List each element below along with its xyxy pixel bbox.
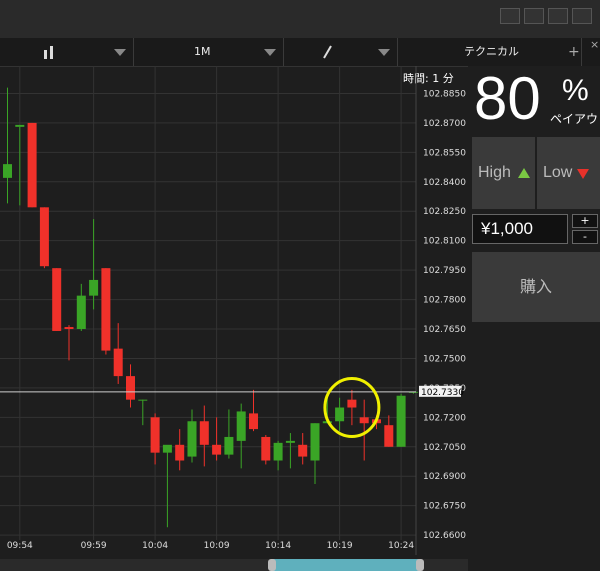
time-tick-label: 10:09 [204,541,230,551]
candles [3,87,418,528]
price-tick-label: 102.8100 [423,237,466,247]
price-tick-label: 102.6600 [423,531,466,541]
layout-icons [500,8,592,24]
candle-body [113,348,123,377]
timeframe-selector[interactable]: 1M [134,38,284,66]
current-price-label: 102.7330 [421,388,464,398]
low-label: Low [543,164,573,181]
candle-body [101,268,111,351]
candle-body [76,295,86,330]
pen-icon [323,45,332,59]
chevron-down-icon [264,49,276,56]
layout-rows-icon[interactable] [524,8,544,24]
payout-value: 80 [474,65,541,132]
time-tick-label: 09:54 [7,541,33,551]
layout-single-icon[interactable] [572,8,592,24]
candle-body [335,407,345,422]
candle-body [347,399,357,408]
payout-label: ペイアウト [550,112,600,126]
indicators-label: テクニカル [464,45,519,58]
timeframe-label: 1M [194,45,211,58]
candle-body [199,421,209,445]
candlestick-bars-icon [44,46,54,59]
time-tick-label: 10:19 [327,541,353,551]
chart-type-selector[interactable] [0,38,134,66]
candle-body [89,279,99,296]
candle-body [162,444,172,453]
candle-body [138,399,148,401]
arrow-down-icon [577,169,589,179]
price-tick-label: 102.7500 [423,354,466,364]
price-tick-label: 102.8400 [423,178,466,188]
top-bar [0,0,600,38]
chevron-down-icon [378,49,390,56]
price-axis: 102.8850 102.8700 102.8550 102.8400 102.8250… [423,89,466,541]
chart-grid [0,66,417,555]
price-tick-label: 102.7650 [423,325,466,335]
candle-body [126,376,135,400]
arrow-up-icon [518,168,530,178]
price-tick-label: 102.6900 [423,472,466,482]
time-tick-label: 09:59 [81,541,107,551]
price-tick-label: 102.7200 [423,413,466,423]
amount-increment-button[interactable]: + [572,214,598,228]
candle-body [15,124,25,127]
time-tick-label: 10:14 [265,541,291,551]
drawing-tool-selector[interactable] [284,38,398,66]
add-indicator-button[interactable]: + [568,38,580,66]
layout-grid-icon[interactable] [500,8,520,24]
candle-body [150,417,160,453]
candle-body [27,122,37,208]
amount-decrement-button[interactable]: - [572,230,598,244]
price-tick-label: 102.8850 [423,89,466,99]
price-tick-label: 102.6750 [423,502,466,512]
high-label: High [478,164,511,181]
candle-body [224,436,234,455]
candle-body [64,327,74,330]
price-tick-label: 102.8250 [423,207,466,217]
candle-body [212,444,222,455]
candle-body [384,425,394,447]
candle-body [39,207,49,267]
time-tick-label: 10:04 [142,541,168,551]
payout-unit: % [562,74,589,107]
candle-body [52,268,62,331]
candle-body [249,413,258,430]
time-axis: 09:54 09:59 10:04 10:09 10:14 10:19 10:24 [7,541,415,551]
candle-body [310,423,320,461]
scroll-handle-right[interactable] [416,559,424,571]
chart-scrollbar[interactable] [0,559,468,571]
candle-body [175,444,185,461]
indicators-selector[interactable]: テクニカル + [398,38,582,66]
scroll-window[interactable] [272,559,420,571]
price-tick-label: 102.8550 [423,148,466,158]
chart-toolbar: 1M テクニカル + × [0,38,600,67]
price-tick-label: 102.7800 [423,296,466,306]
low-button[interactable]: Low [537,137,600,209]
candle-body [396,395,406,447]
layout-columns-icon[interactable] [548,8,568,24]
price-chart[interactable]: 102.8850 102.8700 102.8550 102.8400 102.8250… [0,66,468,571]
amount-input[interactable]: ¥1,000 [472,214,568,244]
time-tick-label: 10:24 [388,541,414,551]
scroll-handle-left[interactable] [268,559,276,571]
price-tick-label: 102.7050 [423,443,466,453]
candle-body [3,164,12,178]
candle-body [273,442,283,461]
candle-body [187,421,197,457]
price-tick-label: 102.7950 [423,266,466,276]
candle-body [236,411,246,441]
close-icon[interactable]: × [590,38,599,51]
buy-button[interactable]: 購入 [472,252,600,322]
candle-body [359,417,369,424]
high-button[interactable]: High [472,137,535,209]
candle-body [261,436,271,461]
chevron-down-icon [114,49,126,56]
candle-body [285,440,295,443]
candle-body [298,444,308,457]
price-tick-label: 102.8700 [423,119,466,129]
payout-display: 80 % ペイアウト [474,66,600,134]
